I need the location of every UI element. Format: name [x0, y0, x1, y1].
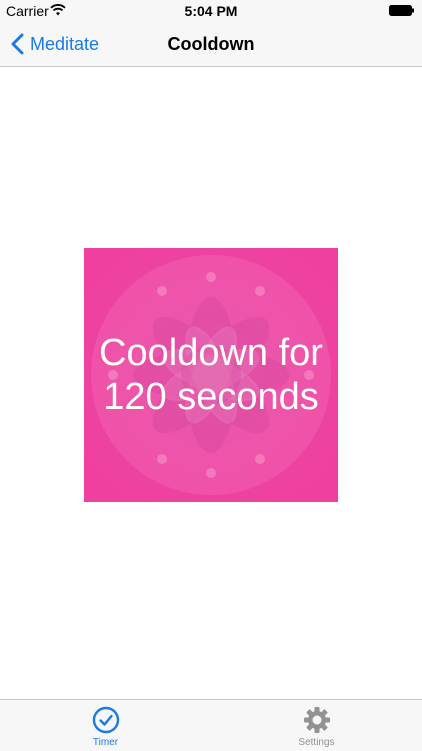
page-title: Cooldown — [167, 34, 255, 54]
battery-icon — [389, 5, 414, 16]
gear-icon — [303, 707, 330, 733]
tab-settings-label: Settings — [298, 737, 335, 748]
cooldown-card: Cooldown for 120 seconds — [84, 248, 338, 502]
cooldown-message: Cooldown for 120 seconds — [84, 248, 338, 502]
clock-icon — [92, 706, 119, 734]
status-bar: Carrier 5:04 PM — [0, 0, 422, 22]
main-content: Cooldown for 120 seconds — [0, 67, 422, 699]
status-time: 5:04 PM — [184, 3, 238, 19]
tab-timer-label: Timer — [92, 737, 119, 748]
tab-timer[interactable]: Timer — [0, 700, 211, 751]
tab-settings[interactable]: Settings — [211, 700, 422, 751]
tab-bar: Timer Settings — [0, 699, 422, 751]
cooldown-text: Cooldown for 120 seconds — [99, 332, 323, 418]
navigation-bar: Meditate Cooldown — [0, 22, 422, 67]
